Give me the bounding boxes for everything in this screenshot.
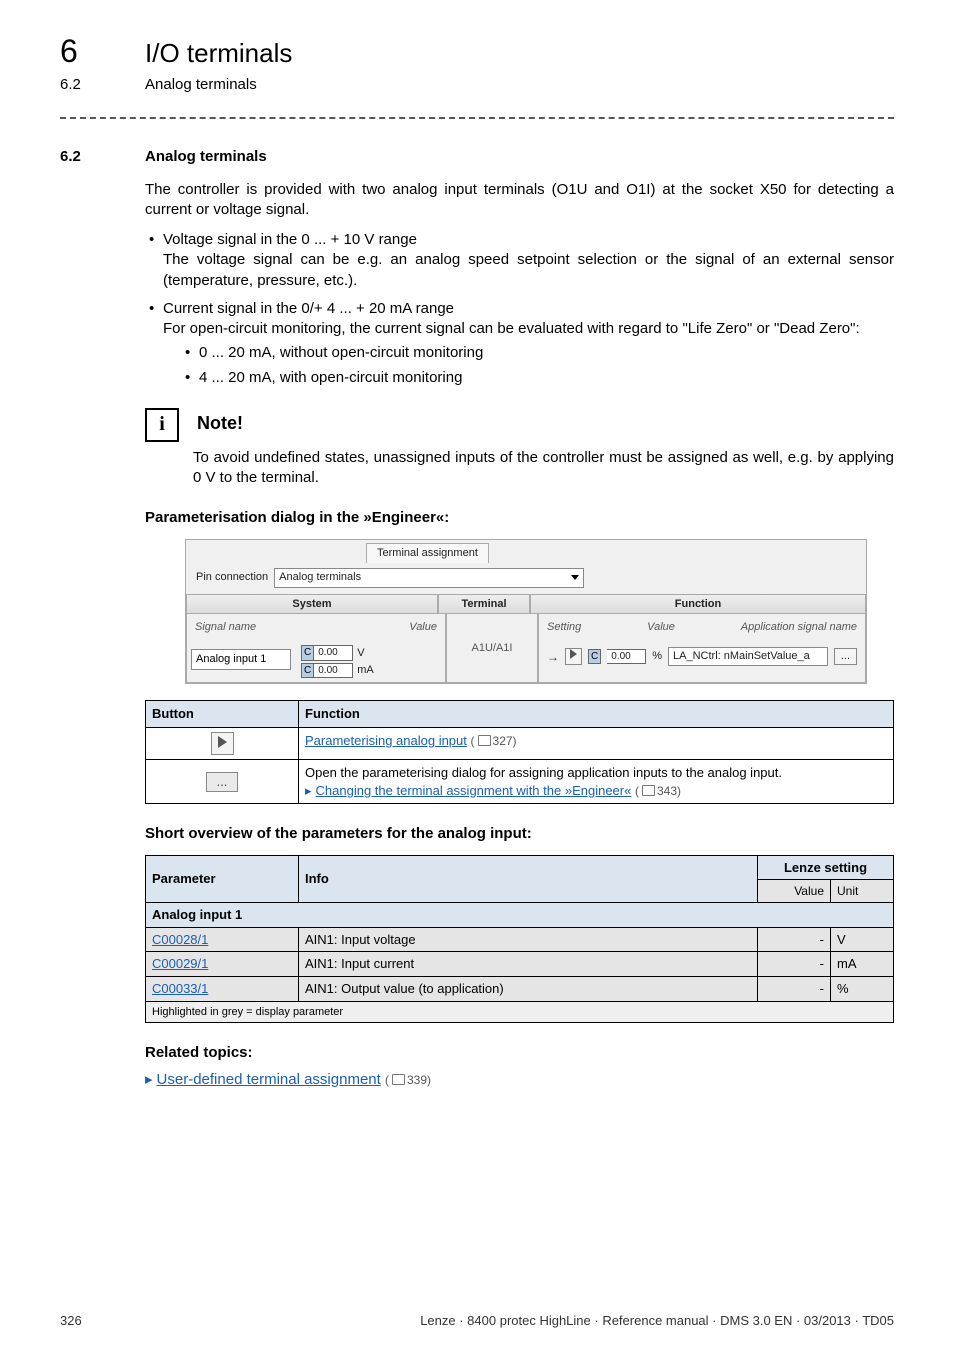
table-footnote: Highlighted in grey = display parameter (146, 1001, 894, 1023)
overview-heading: Short overview of the parameters for the… (145, 824, 894, 844)
sub-bullet-no-monitor: 0 ... 20 mA, without open-circuit monito… (181, 343, 894, 363)
book-icon (392, 1074, 405, 1085)
engineer-dialog-screenshot: Terminal assignment Pin connection Analo… (185, 539, 867, 685)
col-function: Function (530, 594, 866, 615)
note-heading: Note! (197, 411, 243, 435)
dialog-heading: Parameterisation dialog in the »Engineer… (145, 508, 894, 528)
chapter-title: I/O terminals (145, 36, 292, 71)
row2-description: Open the parameterising dialog for assig… (305, 765, 782, 780)
section-title-top: Analog terminals (145, 75, 257, 95)
val-c00029-1: - (758, 952, 831, 977)
system-value-header: Value (409, 620, 437, 635)
th-parameter: Parameter (146, 855, 299, 903)
value-voltage: 0.00 (314, 645, 353, 661)
system-signal-header: Signal name (195, 620, 256, 635)
page-ref: (339) (385, 1073, 431, 1087)
unit-current: mA (357, 663, 374, 678)
c-badge-icon: C (301, 645, 314, 661)
pin-connection-select[interactable]: Analog terminals (274, 568, 584, 588)
bullet-current-line2: For open-circuit monitoring, the current… (163, 320, 860, 337)
application-signal-field[interactable]: LA_NCtrl: nMainSetValue_a (668, 647, 828, 666)
pin-connection-value: Analog terminals (279, 570, 361, 585)
group-analog-input-1: Analog input 1 (146, 903, 894, 928)
th-info: Info (299, 855, 758, 903)
bullet-voltage: Voltage signal in the 0 ... + 10 V range… (145, 230, 894, 291)
function-unit: % (652, 649, 662, 664)
info-c00028-1: AIN1: Input voltage (299, 927, 758, 952)
dropdown-arrow-icon (571, 575, 579, 580)
c-badge-icon: C (301, 663, 314, 679)
link-user-defined-terminal[interactable]: User-defined terminal assignment (157, 1071, 381, 1088)
intro-paragraph: The controller is provided with two anal… (145, 180, 894, 221)
unit-voltage: V (357, 646, 364, 661)
function-value-header: Value (647, 620, 675, 635)
link-c00029-1[interactable]: C00029/1 (152, 956, 208, 971)
link-changing-terminal-assignment[interactable]: Changing the terminal assignment with th… (316, 783, 632, 798)
unit-c00028-1: V (831, 927, 894, 952)
parameter-table: Parameter Info Lenze setting Value Unit … (145, 855, 894, 1024)
tab-terminal-assignment[interactable]: Terminal assignment (366, 543, 489, 563)
th-button: Button (146, 701, 299, 728)
pin-connection-label: Pin connection (196, 570, 268, 585)
th-lenze: Lenze setting (758, 855, 894, 880)
function-app-header: Application signal name (741, 620, 857, 635)
page-ref-num: 327 (493, 734, 513, 748)
info-c00029-1: AIN1: Input current (299, 952, 758, 977)
col-system: System (186, 594, 438, 615)
bullet-current: Current signal in the 0/+ 4 ... + 20 mA … (145, 299, 894, 388)
unit-c00029-1: mA (831, 952, 894, 977)
th-value: Value (758, 880, 831, 903)
val-c00028-1: - (758, 927, 831, 952)
function-value: 0.00 (607, 649, 646, 665)
signal-name-field[interactable]: Analog input 1 (191, 649, 291, 670)
section-number-top: 6.2 (60, 75, 145, 95)
footer-info: Lenze · 8400 protec HighLine · Reference… (420, 1312, 894, 1330)
related-heading: Related topics: (145, 1043, 894, 1063)
parameterise-button[interactable] (211, 732, 234, 756)
play-triangle-icon (570, 649, 577, 659)
unit-c00033-1: % (831, 977, 894, 1002)
info-c00033-1: AIN1: Output value (to application) (299, 977, 758, 1002)
parameterise-button-small[interactable] (565, 648, 582, 665)
divider-dashed (60, 117, 894, 119)
link-c00028-1[interactable]: C00028/1 (152, 932, 208, 947)
bullet-current-line1: Current signal in the 0/+ 4 ... + 20 mA … (163, 300, 454, 317)
page-ref: (343) (635, 784, 681, 798)
page-ref-num: 339 (407, 1073, 427, 1087)
chapter-number: 6 (60, 30, 145, 73)
sub-bullet-with-monitor: 4 ... 20 mA, with open-circuit monitorin… (181, 368, 894, 388)
link-c00033-1[interactable]: C00033/1 (152, 981, 208, 996)
book-icon (642, 785, 655, 796)
note-body: To avoid undefined states, unassigned in… (193, 448, 894, 489)
arrow-marker-icon: ▸ (145, 1071, 153, 1088)
section-number: 6.2 (60, 147, 145, 167)
th-function: Function (299, 701, 894, 728)
bullet-voltage-line1: Voltage signal in the 0 ... + 10 V range (163, 231, 417, 248)
terminal-name: A1U/A1I (446, 614, 538, 683)
col-terminal: Terminal (438, 594, 530, 615)
value-current: 0.00 (314, 663, 353, 679)
arrow-marker-icon: ▸ (305, 783, 312, 798)
page-ref: (327) (471, 734, 517, 748)
section-heading: Analog terminals (145, 147, 267, 167)
play-triangle-icon (218, 736, 227, 748)
page-ref-num: 343 (657, 784, 677, 798)
book-icon (478, 735, 491, 746)
arrow-right-icon: → (547, 649, 559, 665)
val-c00033-1: - (758, 977, 831, 1002)
th-unit: Unit (831, 880, 894, 903)
link-parameterising-analog-input[interactable]: Parameterising analog input (305, 733, 467, 748)
bullet-voltage-line2: The voltage signal can be e.g. an analog… (163, 251, 894, 288)
button-function-table: Button Function Parameterising analog in… (145, 700, 894, 804)
info-icon: i (145, 408, 179, 442)
function-setting-header: Setting (547, 620, 581, 635)
assign-dialog-button-small[interactable]: ... (834, 648, 857, 665)
assign-dialog-button[interactable]: ... (206, 772, 239, 792)
page-number: 326 (60, 1312, 82, 1330)
c-badge-icon: C (588, 649, 601, 665)
